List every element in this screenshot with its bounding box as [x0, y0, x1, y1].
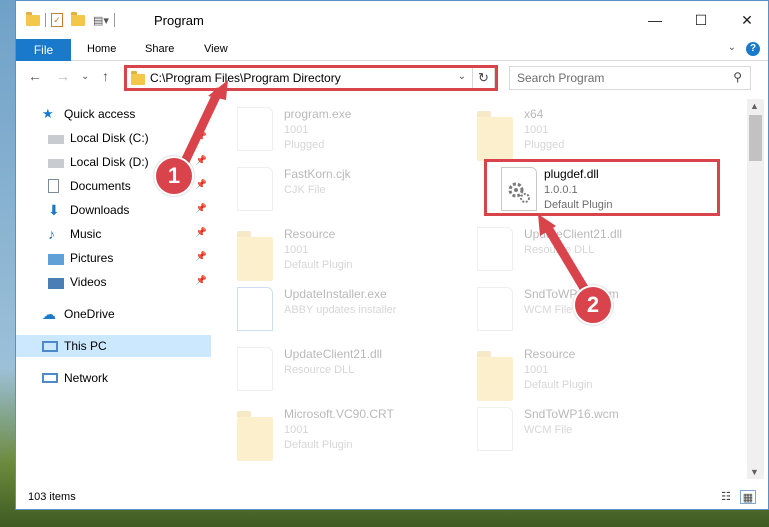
close-button[interactable]: ✕ — [724, 7, 768, 33]
recent-locations-icon[interactable]: ⌄ — [81, 71, 89, 82]
scroll-up-icon[interactable]: ▲ — [750, 101, 759, 111]
sidebar-item-downloads[interactable]: ⬇ Downloads 📌 — [16, 199, 211, 221]
back-arrow-icon[interactable]: ← — [28, 68, 42, 84]
cloud-icon: ☁ — [42, 306, 56, 322]
callout-badge-1: 1 — [154, 156, 194, 196]
file-highlight-box — [484, 159, 720, 216]
item-count: 103 items — [28, 491, 76, 503]
drive-icon — [48, 159, 64, 168]
file-icon — [477, 287, 513, 331]
properties-icon[interactable]: ✓ — [51, 13, 63, 27]
folder-icon — [477, 111, 513, 161]
quick-access-toolbar: ✓ ▤▾ — [26, 10, 120, 30]
file-item-updateclient21[interactable]: UpdateClient21.dll Resource DLL — [452, 219, 692, 275]
folder-icon — [237, 411, 273, 461]
callout-badge-2: 2 — [573, 285, 613, 325]
file-item-x64[interactable]: x64 1001 Plugged — [452, 99, 692, 161]
pin-icon[interactable]: 📌 — [196, 275, 207, 286]
sidebar-item-music[interactable]: ♪ Music 📌 — [16, 223, 211, 245]
sidebar-item-this-pc[interactable]: This PC — [16, 335, 211, 357]
ribbon: File Home Share View ⌄ ? — [16, 39, 768, 61]
search-placeholder: Search Program — [517, 71, 605, 85]
status-bar: 103 items ☷ ▦ — [16, 487, 768, 509]
file-icon — [477, 407, 513, 451]
folder-icon — [26, 11, 40, 26]
exe-icon — [237, 107, 273, 151]
sidebar-item-pictures[interactable]: Pictures 📌 — [16, 247, 211, 269]
pin-icon[interactable]: 📌 — [196, 131, 207, 142]
file-item-sndtowp16-b[interactable]: SndToWP16.wcm WCM File — [452, 399, 692, 455]
vertical-scrollbar[interactable]: ▲ ▼ — [747, 99, 764, 479]
scroll-down-icon[interactable]: ▼ — [750, 467, 759, 477]
pin-icon[interactable]: 📌 — [196, 251, 207, 262]
chevron-down-icon[interactable]: ⌄ — [728, 42, 736, 53]
file-list: program.exe 1001 Plugged x64 1001 Plugge… — [212, 99, 746, 479]
dll-icon — [237, 347, 273, 391]
address-highlight-box — [124, 65, 498, 91]
title-bar: ✓ ▤▾ Program — ☐ ✕ — [16, 1, 768, 39]
help-icon[interactable]: ? — [746, 42, 760, 56]
tab-file[interactable]: File — [16, 39, 71, 61]
download-icon: ⬇ — [48, 202, 60, 218]
computer-icon — [42, 340, 58, 352]
minimize-button[interactable]: — — [632, 7, 678, 33]
file-icon — [237, 167, 273, 211]
search-input[interactable]: Search Program ⚲ — [509, 66, 751, 90]
maximize-button[interactable]: ☐ — [678, 7, 724, 33]
dll-icon — [477, 227, 513, 271]
sidebar-item-onedrive[interactable]: ☁ OneDrive — [16, 303, 211, 325]
window-title: Program — [154, 13, 204, 28]
navigation-pane: ★ Quick access Local Disk (C:) 📌 Local D… — [16, 99, 211, 479]
network-icon — [42, 373, 58, 383]
explorer-window: ✓ ▤▾ Program — ☐ ✕ File Home Share View … — [15, 0, 769, 510]
tab-share[interactable]: Share — [145, 43, 174, 55]
file-item-fastkorn[interactable]: FastKorn.cjk CJK File — [212, 159, 452, 215]
file-item-updateinstaller[interactable]: UpdateInstaller.exe ABBY updates install… — [212, 279, 452, 335]
sidebar-item-local-disk-c[interactable]: Local Disk (C:) 📌 — [16, 127, 211, 149]
sidebar-item-network[interactable]: Network — [16, 367, 211, 389]
navigation-bar: ← → ⌄ ↑ C:\Program Files\Program Directo… — [16, 62, 768, 94]
search-icon: ⚲ — [733, 70, 742, 84]
file-item-resource-b[interactable]: Resource 1001 Default Plugin — [452, 339, 692, 401]
tab-home[interactable]: Home — [87, 43, 116, 55]
music-icon: ♪ — [48, 226, 55, 242]
large-icons-view-icon[interactable]: ▦ — [740, 490, 756, 504]
sidebar-item-quick-access[interactable]: ★ Quick access — [16, 103, 211, 125]
videos-icon — [48, 277, 64, 289]
documents-icon — [48, 179, 59, 193]
customize-toolbar-icon[interactable]: ▤▾ — [93, 14, 109, 27]
folder-icon — [477, 351, 513, 401]
pin-icon[interactable]: 📌 — [196, 227, 207, 238]
file-item-program-exe[interactable]: program.exe 1001 Plugged — [212, 99, 452, 155]
file-item-updateclient21-b[interactable]: UpdateClient21.dll Resource DLL — [212, 339, 452, 395]
pin-icon[interactable]: 📌 — [196, 155, 207, 166]
sidebar-item-videos[interactable]: Videos 📌 — [16, 271, 211, 293]
file-item-resource[interactable]: Resource 1001 Default Plugin — [212, 219, 452, 281]
scrollbar-thumb[interactable] — [749, 115, 762, 161]
exe-icon — [237, 287, 273, 331]
file-item-sndtowp16[interactable]: SndToWP16.wcm WCM File — [452, 279, 692, 335]
new-folder-icon[interactable] — [71, 11, 85, 26]
pin-icon[interactable]: 📌 — [196, 203, 207, 214]
forward-arrow-icon[interactable]: → — [56, 68, 70, 84]
up-arrow-icon[interactable]: ↑ — [102, 68, 109, 84]
drive-icon — [48, 135, 64, 144]
star-icon: ★ — [42, 106, 54, 121]
tab-view[interactable]: View — [204, 43, 228, 55]
folder-icon — [237, 231, 273, 281]
details-view-icon[interactable]: ☷ — [718, 490, 734, 504]
pin-icon[interactable]: 📌 — [196, 179, 207, 190]
file-item-vc90-crt[interactable]: Microsoft.VC90.CRT 1001 Default Plugin — [212, 399, 452, 461]
pictures-icon — [48, 253, 64, 265]
